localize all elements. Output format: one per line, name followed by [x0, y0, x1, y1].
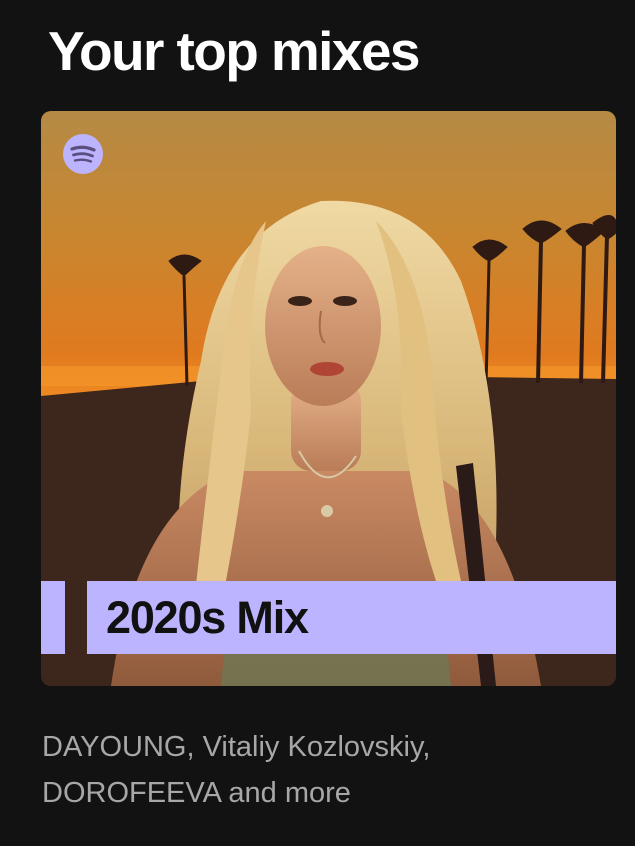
mix-description: DAYOUNG, Vitaliy Kozlovskiy, DOROFEEVA a…	[42, 731, 431, 809]
mix-title-band: 2020s Mix	[87, 581, 616, 654]
mix-cover-image[interactable]: 2020s Mix	[41, 111, 616, 686]
mix-title: 2020s Mix	[106, 591, 309, 643]
mix-card[interactable]: 2020s Mix DAYOUNG, Vitaliy Kozlovskiy, D…	[0, 0, 635, 846]
mix-band-accent	[41, 581, 65, 654]
spotify-logo-icon	[63, 134, 103, 174]
